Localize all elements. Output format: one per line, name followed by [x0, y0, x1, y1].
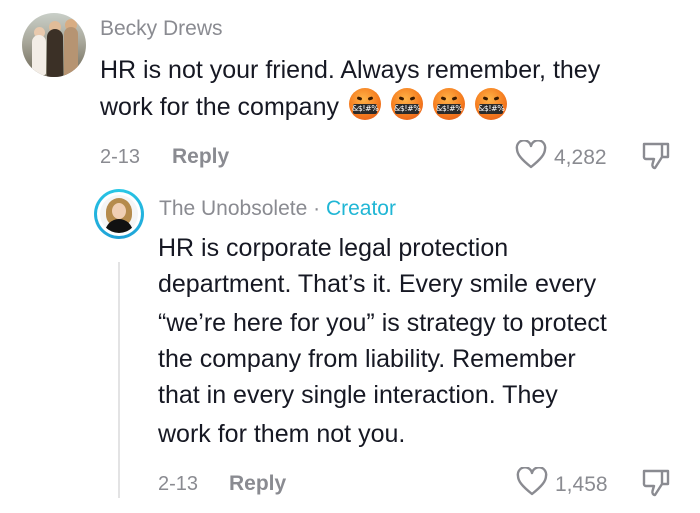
creator-avatar[interactable]	[94, 189, 144, 239]
reply-text-line-4: the company from liability. Remember	[158, 345, 576, 373]
heart-outline-icon[interactable]	[515, 140, 547, 170]
angry-censored-emoji-icon: &$!#%	[433, 88, 465, 120]
angry-censored-emoji-icon: &$!#%	[349, 88, 381, 120]
comment-reply-button[interactable]: Reply	[172, 145, 229, 169]
creator-badge: Creator	[325, 197, 396, 220]
reply-thread-line	[118, 262, 120, 498]
creator-username[interactable]: The Unobsolete	[159, 197, 307, 220]
reply-text-line-1: HR is corporate legal protection	[158, 234, 509, 262]
commenter-username[interactable]: Becky Drews	[100, 17, 223, 41]
reply-like-count: 1,458	[555, 473, 608, 496]
reply-reply-button[interactable]: Reply	[229, 472, 286, 496]
reply-header: The Unobsolete · Creator	[159, 197, 396, 221]
angry-censored-emoji-icon: &$!#%	[391, 88, 423, 120]
header-separator: ·	[313, 197, 321, 220]
reply-date: 2-13	[158, 473, 199, 495]
thumbs-down-outline-icon[interactable]	[640, 140, 672, 172]
comment-text-line-1: HR is not your friend. Always remember, …	[100, 56, 601, 84]
comment-text-line-2-text: work for the company	[100, 93, 339, 121]
reply-text-line-3: “we’re here for you” is strategy to prot…	[158, 309, 607, 337]
angry-censored-emoji-icon: &$!#%	[475, 88, 507, 120]
comment-date: 2-13	[100, 146, 141, 168]
reply-text-line-6: work for them not you.	[158, 420, 406, 448]
comment-text-line-2: work for the company &$!#% &$!#% &$!#% &$!#%	[100, 88, 507, 125]
reply-text-line-2: department. That’s it. Every smile every	[158, 270, 597, 298]
thumbs-down-outline-icon[interactable]	[640, 467, 672, 499]
comment-like-count: 4,282	[554, 146, 607, 169]
reply-text-line-5: that in every single interaction. They	[158, 381, 558, 409]
heart-outline-icon[interactable]	[516, 467, 548, 497]
commenter-avatar[interactable]	[22, 13, 86, 77]
